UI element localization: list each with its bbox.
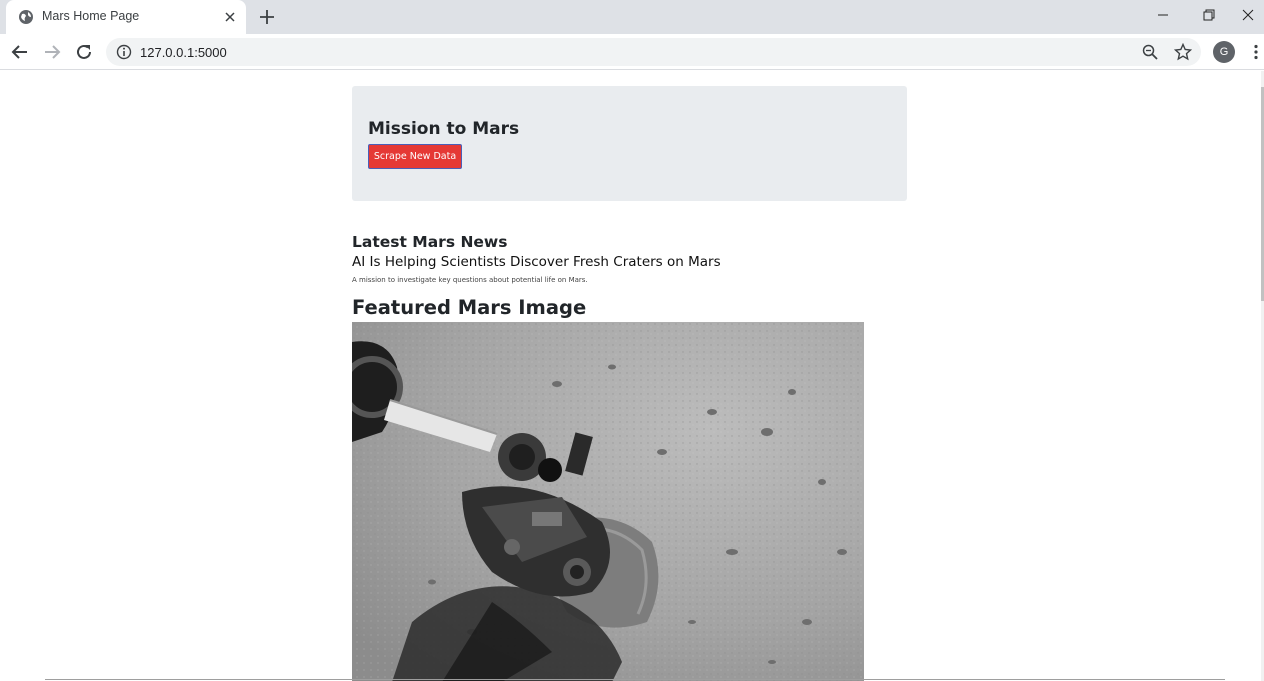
star-icon[interactable] bbox=[1174, 43, 1192, 61]
arrow-left-icon bbox=[11, 45, 27, 59]
window-close-button[interactable] bbox=[1232, 0, 1264, 30]
news-paragraph: A mission to investigate key questions a… bbox=[352, 276, 588, 284]
restore-button[interactable] bbox=[1186, 0, 1232, 30]
browser-tab[interactable]: Mars Home Page bbox=[6, 0, 246, 34]
featured-image-heading: Featured Mars Image bbox=[352, 296, 587, 319]
tab-strip: Mars Home Page bbox=[0, 0, 1264, 34]
featured-mars-image bbox=[352, 322, 864, 681]
reload-button[interactable] bbox=[72, 40, 96, 64]
forward-button[interactable] bbox=[40, 40, 64, 64]
tab-title: Mars Home Page bbox=[42, 9, 140, 23]
close-icon[interactable] bbox=[222, 9, 238, 25]
kebab-menu-icon[interactable] bbox=[1248, 44, 1264, 60]
news-title: AI Is Helping Scientists Discover Fresh … bbox=[352, 254, 721, 270]
browser-toolbar: 127.0.0.1:5000 bbox=[0, 34, 1264, 70]
arrow-right-icon bbox=[45, 45, 61, 59]
reload-icon bbox=[77, 44, 91, 59]
url-text[interactable]: 127.0.0.1:5000 bbox=[140, 45, 227, 60]
info-icon[interactable] bbox=[116, 44, 132, 60]
back-button[interactable] bbox=[8, 40, 32, 64]
scrape-button[interactable]: Scrape New Data bbox=[368, 144, 462, 169]
zoom-icon[interactable] bbox=[1142, 44, 1158, 60]
plus-icon[interactable] bbox=[256, 6, 278, 28]
restore-icon bbox=[1203, 9, 1215, 21]
page-title: Mission to Mars bbox=[368, 119, 520, 139]
address-bar[interactable]: 127.0.0.1:5000 bbox=[106, 38, 1201, 66]
minimize-icon bbox=[1158, 14, 1168, 16]
divider bbox=[45, 679, 1225, 680]
globe-icon bbox=[19, 10, 33, 24]
page-viewport: Mission to Mars Scrape New Data Latest M… bbox=[0, 71, 1264, 681]
close-icon bbox=[1242, 9, 1254, 21]
news-heading: Latest Mars News bbox=[352, 233, 508, 251]
jumbotron: Mission to Mars Scrape New Data bbox=[352, 86, 907, 201]
profile-avatar[interactable]: G bbox=[1213, 41, 1235, 63]
rover-arm-photo bbox=[352, 322, 864, 681]
minimize-button[interactable] bbox=[1140, 0, 1186, 30]
